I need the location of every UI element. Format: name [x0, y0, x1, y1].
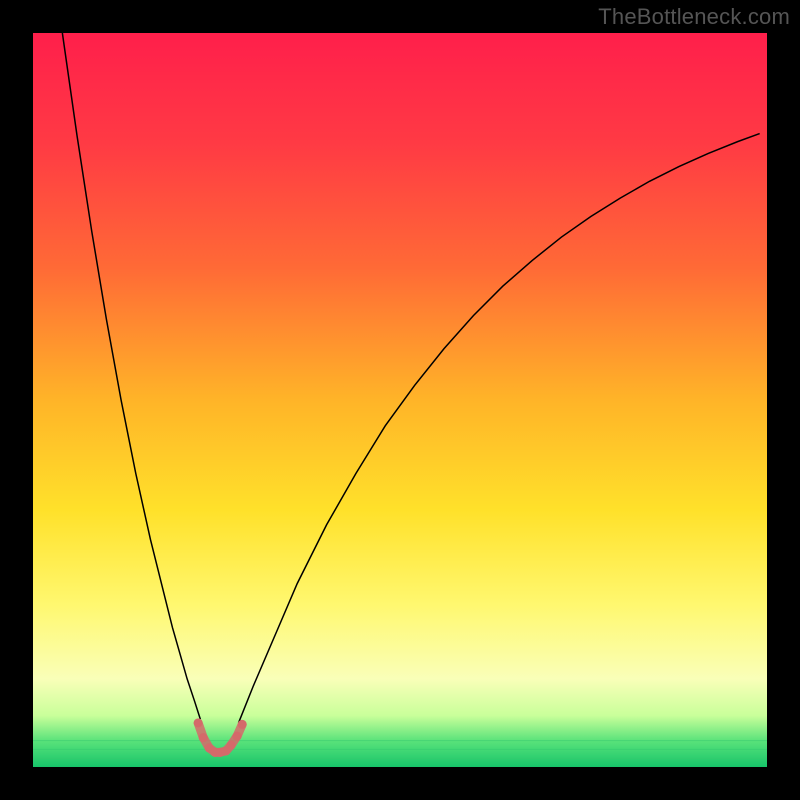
- chart-stage: TheBottleneck.com: [0, 0, 800, 800]
- bottleneck-chart: [0, 0, 800, 800]
- plot-background: [33, 33, 767, 767]
